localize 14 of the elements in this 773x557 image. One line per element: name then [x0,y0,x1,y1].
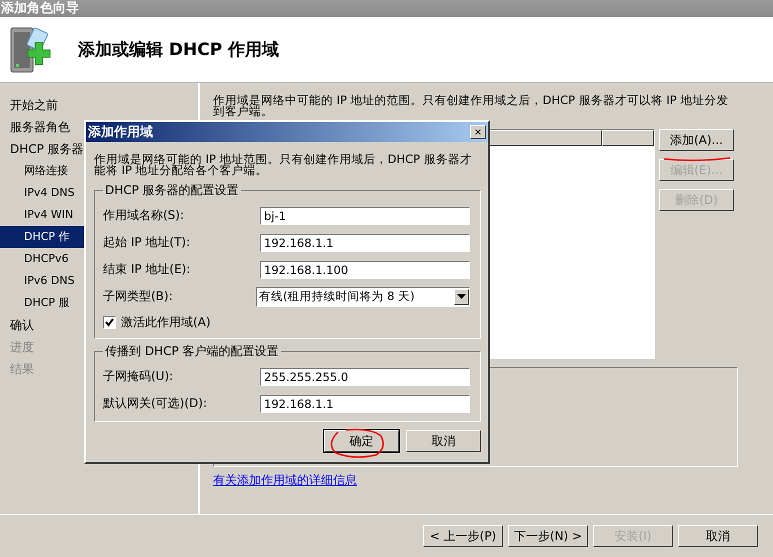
field-label: 作用域名称(S): [103,207,184,224]
dialog-description: 作用域是网络可能的 IP 地址范围。只有创建作用域后，DHCP 服务器才能将 IP 地址分配给各个客户端。 [94,154,473,176]
field-label: 子网类型(B): [103,288,173,305]
page-title: 添加或编辑 DHCP 作用域 [78,39,280,61]
group-title: DHCP 服务器的配置设置 [104,182,240,199]
dialog-title: 添加作用域 [88,124,153,141]
field-label: 起始 IP 地址(T): [103,234,190,251]
field-label: 结束 IP 地址(E): [103,261,190,278]
group-title: 传播到 DHCP 客户端的配置设置 [104,343,280,360]
field-label: 子网掩码(U): [103,368,174,385]
checkbox-label: 激活此作用域(A) [121,314,211,330]
window-title: 添加角色向导 [1,1,79,16]
description-text: 作用域是网络中可能的 IP 地址的范围。只有创建作用域之后，DHCP 服务器才可以将 IP 地址分发到客户端。 [213,95,730,117]
field-label: 默认网关(可选)(D): [103,395,208,412]
